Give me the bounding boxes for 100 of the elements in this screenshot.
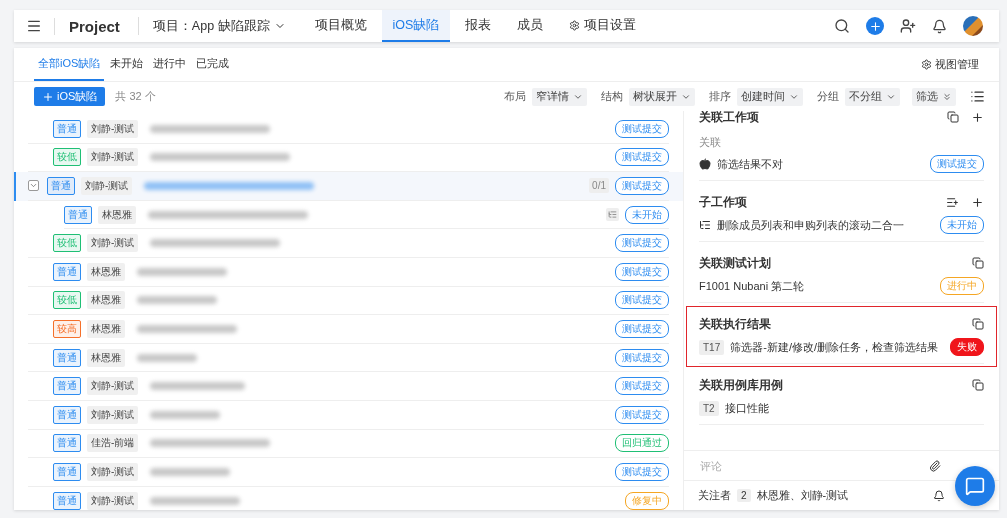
- list-view-icon[interactable]: [970, 89, 985, 104]
- item-title[interactable]: 删除成员列表和申购列表的滚动二合一: [717, 217, 934, 233]
- priority-tag: 普通: [53, 434, 81, 453]
- assignee-tag: 林恩雅: [87, 262, 125, 281]
- control-label: 布局: [504, 89, 526, 104]
- section-subheading: 关联: [699, 136, 722, 150]
- case-code: T17: [699, 339, 725, 355]
- assignee-tag: 刘静-测试: [87, 234, 139, 253]
- followers-label: 关注者: [698, 488, 731, 503]
- control-select[interactable]: 不分组: [845, 87, 900, 106]
- status-tag: 测试提交: [615, 377, 669, 396]
- section-title: 子工作项: [699, 194, 748, 210]
- section-title: 关联工作项: [699, 111, 760, 125]
- subtask-count: 0/1: [589, 178, 609, 194]
- search-icon[interactable]: [834, 18, 850, 34]
- priority-tag: 较低: [53, 291, 81, 310]
- priority-tag: 较高: [53, 319, 81, 338]
- view-tab[interactable]: 已完成: [192, 48, 234, 81]
- control-label: 结构: [601, 89, 623, 104]
- section-title: 关联执行结果: [699, 316, 772, 332]
- assignee-tag: 刘静-测试: [87, 377, 139, 396]
- status-tag: 进行中: [940, 277, 984, 295]
- priority-tag: 普通: [53, 348, 81, 367]
- control-select[interactable]: 树状展开: [629, 87, 695, 106]
- control-select[interactable]: 窄详情: [532, 87, 587, 106]
- control-select[interactable]: 创建时间: [737, 87, 803, 106]
- copy-icon[interactable]: [972, 379, 984, 391]
- priority-tag: 普通: [53, 491, 81, 510]
- chat-button[interactable]: [955, 466, 995, 506]
- status-tag: 回归通过: [615, 434, 669, 453]
- assignee-tag: 佳浩-前端: [87, 434, 139, 453]
- item-title[interactable]: 接口性能: [724, 400, 984, 416]
- copy-icon[interactable]: [947, 111, 959, 123]
- attach-icon[interactable]: [929, 459, 941, 472]
- bell-icon[interactable]: [932, 18, 947, 34]
- menu-icon[interactable]: [26, 18, 42, 34]
- collapse-toggle[interactable]: [28, 180, 39, 192]
- status-tag: 测试提交: [615, 177, 669, 195]
- assignee-tag: 刘静-测试: [87, 491, 139, 510]
- assignee-tag: 林恩雅: [87, 291, 125, 310]
- copy-icon[interactable]: [972, 257, 984, 269]
- followers-names: 林恩雅、刘静-测试: [756, 488, 850, 503]
- app-title: Project: [54, 17, 134, 35]
- assignee-tag: 刘静-测试: [87, 405, 139, 424]
- add-user-icon[interactable]: [900, 18, 916, 34]
- settings-icon[interactable]: [921, 59, 932, 70]
- status-tag: 测试提交: [615, 348, 669, 367]
- view-tab[interactable]: 未开始: [106, 48, 148, 81]
- issue-row[interactable]: 普通 刘静-测试 0/1 测试提交: [14, 172, 683, 201]
- bell-icon[interactable]: [933, 489, 945, 502]
- copy-icon[interactable]: [972, 318, 984, 330]
- nav-tab[interactable]: iOS缺陷: [381, 10, 451, 42]
- item-title[interactable]: 筛选结果不对: [717, 156, 924, 172]
- priority-tag: 普通: [53, 462, 81, 481]
- issue-row[interactable]: 普通 刘静-测试 修复中: [14, 486, 683, 510]
- blurred-title: [150, 410, 221, 419]
- chat-icon[interactable]: [965, 476, 985, 496]
- item-title[interactable]: F1001 Nubani 第二轮: [699, 278, 934, 294]
- subtask-icon: [699, 219, 711, 231]
- comment-field[interactable]: 评论: [698, 458, 838, 473]
- view-tab[interactable]: 全部iOS缺陷: [34, 48, 105, 81]
- avatar[interactable]: [963, 16, 983, 36]
- control-label: 排序: [709, 89, 731, 104]
- view-tab[interactable]: 进行中: [149, 48, 191, 81]
- assignee-tag: 刘静-测试: [87, 148, 139, 167]
- add-icon[interactable]: [971, 111, 984, 124]
- issue-count: 共 32 个: [115, 89, 156, 104]
- blurred-title: [137, 353, 197, 362]
- status-tag: 修复中: [625, 491, 669, 510]
- priority-tag: 普通: [53, 262, 81, 281]
- project-select[interactable]: 项目：App 缺陷跟踪: [137, 17, 300, 35]
- item-title[interactable]: 筛选器-新建/修改/删除任务，检查筛选结果: [730, 339, 944, 355]
- nav-tab[interactable]: 项目概览: [303, 10, 378, 42]
- add-issue-button[interactable]: iOS缺陷: [34, 87, 106, 106]
- add-icon[interactable]: [971, 195, 984, 209]
- followers-count: 2: [737, 489, 751, 502]
- assignee-tag: 刘静-测试: [87, 462, 139, 481]
- settings-icon[interactable]: [569, 19, 581, 31]
- priority-tag: 普通: [53, 119, 81, 138]
- nav-tab[interactable]: 项目设置: [558, 10, 648, 42]
- status-tag: 测试提交: [615, 119, 669, 138]
- status-tag: 测试提交: [615, 234, 669, 253]
- case-code: T2: [699, 400, 719, 416]
- nav-tab[interactable]: 成员: [506, 10, 555, 42]
- status-tag: 测试提交: [615, 262, 669, 281]
- assignee-tag: 林恩雅: [87, 319, 125, 338]
- priority-tag: 普通: [53, 377, 81, 396]
- list-add-icon[interactable]: [946, 195, 959, 209]
- view-manage-button[interactable]: 视图管理: [915, 48, 985, 81]
- priority-tag: 较低: [53, 234, 81, 253]
- assignee-tag: 林恩雅: [98, 205, 136, 224]
- plus-icon[interactable]: [42, 90, 54, 103]
- filter-button[interactable]: 筛选: [912, 87, 956, 106]
- assignee-tag: 林恩雅: [87, 348, 125, 367]
- status-tag: 失败: [950, 338, 984, 356]
- nav-tab[interactable]: 报表: [454, 10, 503, 42]
- section-title: 关联测试计划: [699, 255, 772, 271]
- apple-icon: [699, 158, 711, 170]
- status-tag: 测试提交: [615, 291, 669, 310]
- status-tag: 未开始: [940, 216, 984, 234]
